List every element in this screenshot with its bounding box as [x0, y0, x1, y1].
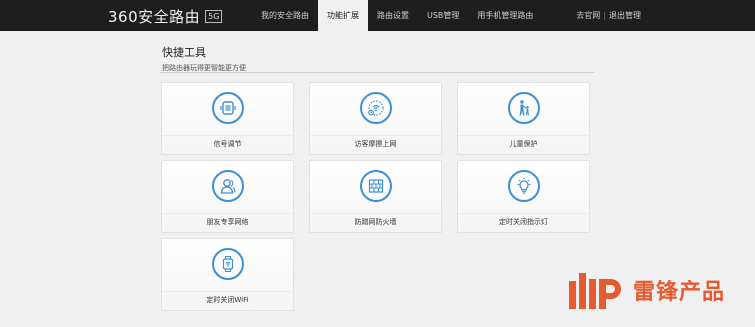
nav-usb-management[interactable]: USB管理: [418, 0, 468, 31]
light-bulb-icon: [507, 170, 540, 202]
tool-label: 儿童保护: [509, 140, 538, 148]
card-divider: [458, 213, 589, 214]
brand-title: 360安全路由: [108, 7, 201, 26]
leiphone-watermark: 雷锋产品: [565, 268, 725, 312]
logout-link[interactable]: 退出管理: [609, 0, 641, 31]
5g-badge: 5G: [205, 9, 223, 23]
tool-card-indicator-light[interactable]: 定时关闭指示灯: [457, 160, 590, 233]
card-divider: [458, 135, 589, 136]
tool-card-firewall[interactable]: 防蹭网防火墙: [309, 160, 442, 233]
tool-card-signal-adjust[interactable]: 信号调节: [161, 82, 294, 155]
friend-network-icon: [211, 170, 244, 202]
nav-router-settings[interactable]: 路由设置: [368, 0, 418, 31]
top-right-links: 去官网 | 退出管理: [576, 0, 641, 31]
tool-card-guest-wifi[interactable]: 访客摩擦上网: [309, 82, 442, 155]
firewall-icon: [359, 170, 392, 202]
tool-card-wifi-timer[interactable]: 定时关闭WiFi: [161, 238, 294, 311]
tool-label: 朋友专享网络: [206, 218, 249, 226]
tool-label: 定时关闭指示灯: [499, 218, 548, 226]
card-divider: [310, 135, 441, 136]
card-divider: [162, 135, 293, 136]
tool-label: 防蹭网防火墙: [354, 218, 397, 226]
wifi-timer-icon: [211, 248, 244, 280]
nav-my-router[interactable]: 我的安全路由: [252, 0, 318, 31]
main-nav: 我的安全路由 功能扩展 路由设置 USB管理 用手机管理路由: [252, 0, 542, 31]
top-navigation-bar: 360安全路由 5G 我的安全路由 功能扩展 路由设置 USB管理 用手机管理路…: [0, 0, 755, 31]
tool-label: 信号调节: [213, 140, 242, 148]
signal-adjust-icon: [211, 92, 244, 124]
section-divider: [160, 72, 594, 73]
tool-label: 访客摩擦上网: [354, 140, 397, 148]
nav-feature-extension[interactable]: 功能扩展: [318, 0, 368, 31]
tool-card-friend-network[interactable]: 朋友专享网络: [161, 160, 294, 233]
tool-label: 定时关闭WiFi: [206, 296, 249, 304]
nav-mobile-management[interactable]: 用手机管理路由: [468, 0, 542, 31]
official-site-link[interactable]: 去官网: [576, 0, 600, 31]
guest-wifi-icon: [359, 92, 392, 124]
link-separator: |: [603, 11, 606, 20]
tool-card-child-protection[interactable]: 儿童保护: [457, 82, 590, 155]
card-divider: [162, 213, 293, 214]
leiphone-logo-icon: [569, 273, 621, 309]
card-divider: [310, 213, 441, 214]
card-divider: [162, 291, 293, 292]
section-title: 快捷工具: [162, 46, 206, 59]
watermark-text: 雷锋产品: [633, 280, 726, 305]
child-protection-icon: [507, 92, 540, 124]
brand-logo: 360安全路由 5G: [108, 6, 223, 26]
